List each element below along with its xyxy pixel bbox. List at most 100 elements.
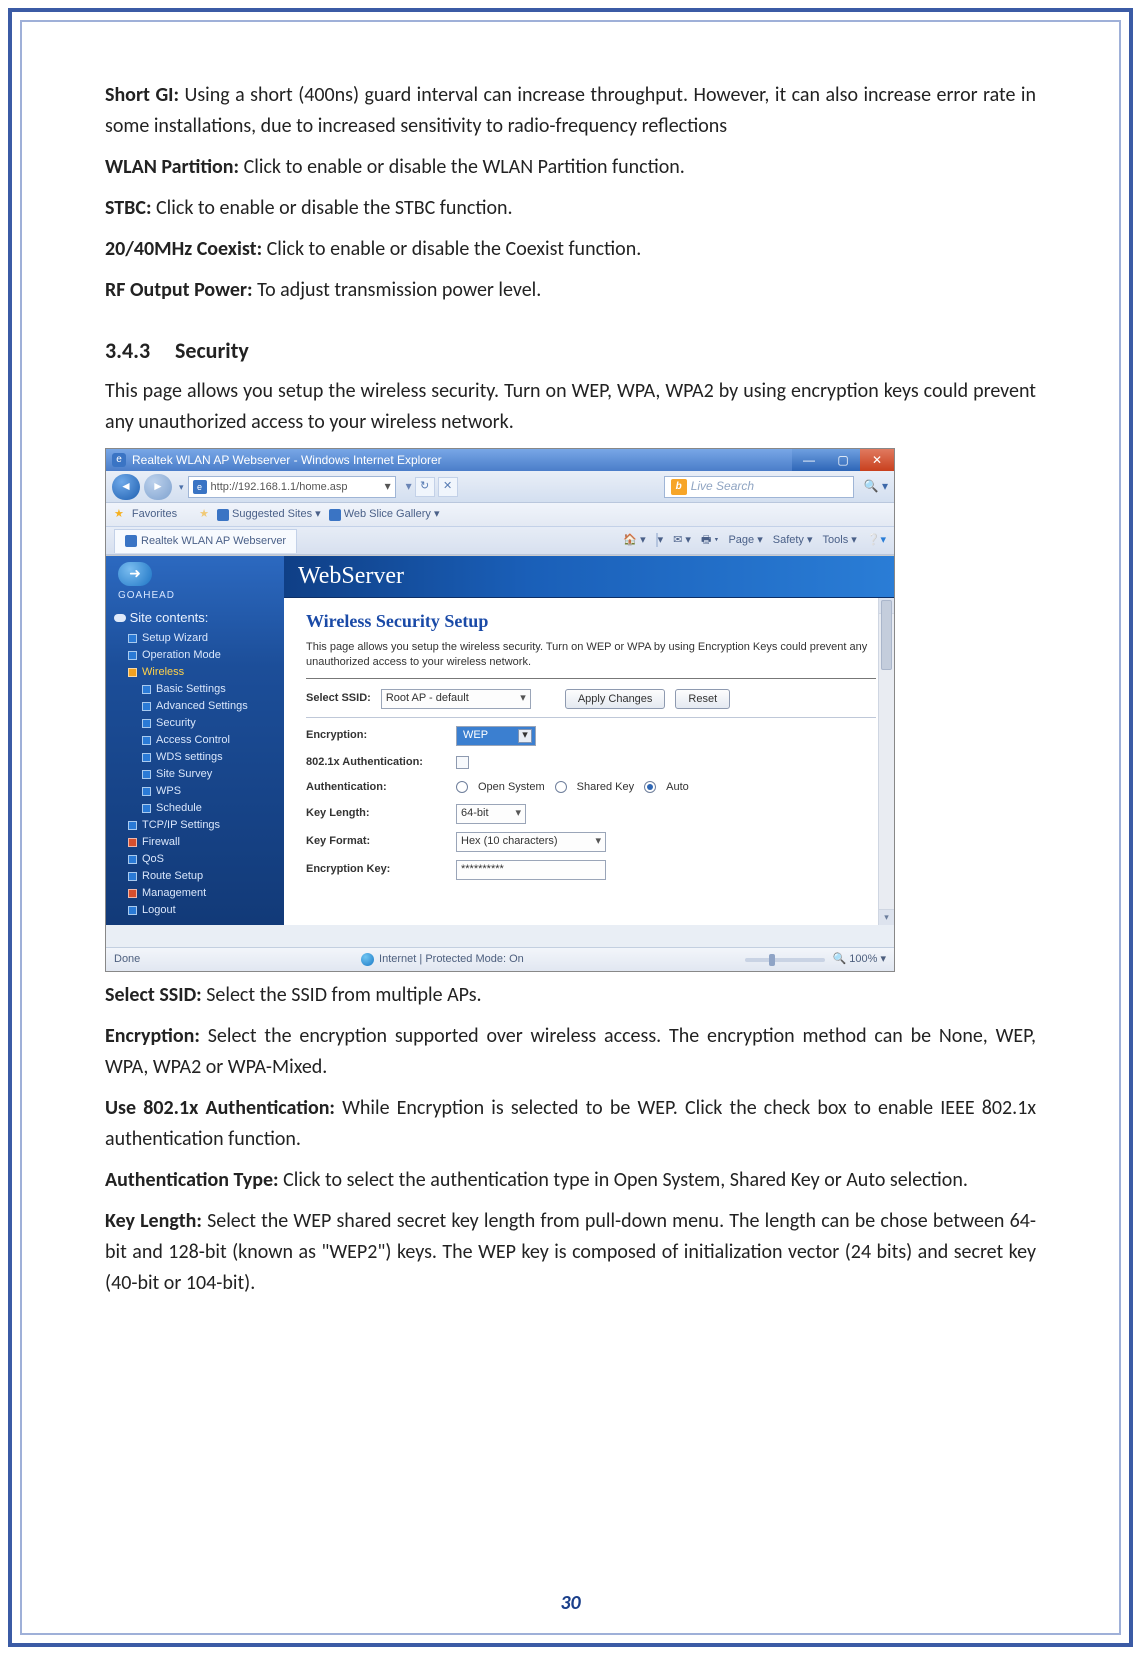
favorites-star-icon[interactable]: ★ [114,506,124,523]
8021x-checkbox[interactable] [456,756,469,769]
auth-radio-open[interactable] [456,781,468,793]
main-panel: WebServer Wireless Security Setup This p… [284,556,894,925]
page-number: 30 [0,1591,1141,1615]
sidebar-item-label: WPS [156,784,181,799]
sidebar-item-wireless[interactable]: Wireless [106,664,284,681]
sidebar-item-advanced-settings[interactable]: Advanced Settings [106,698,284,715]
folder-icon [128,872,137,881]
stop-button[interactable]: ✕ [438,477,458,497]
tools-menu[interactable]: Tools ▾ [823,532,857,549]
forward-button[interactable]: ► [144,474,172,500]
para-coexist: 20/40MHz Coexist: Click to enable or dis… [105,234,1036,265]
close-button[interactable]: ✕ [860,449,894,471]
auth-radio-auto[interactable] [644,781,656,793]
safety-menu[interactable]: Safety ▾ [773,532,813,549]
zoom-level[interactable]: 🔍 100% ▾ [833,951,886,968]
key-format-select[interactable]: Hex (10 characters)▾ [456,832,606,852]
folder-icon [142,804,151,813]
sidebar-item-schedule[interactable]: Schedule [106,800,284,817]
sidebar-item-route-setup[interactable]: Route Setup [106,868,284,885]
sidebar-item-qos[interactable]: QoS [106,851,284,868]
sidebar-item-wds-settings[interactable]: WDS settings [106,749,284,766]
read-mail-icon[interactable]: ✉ ▾ [673,532,691,549]
apply-changes-button[interactable]: Apply Changes [565,689,666,709]
folder-icon [142,770,151,779]
webserver-banner: WebServer [284,556,894,598]
back-button[interactable]: ◄ [112,474,140,500]
address-bar[interactable]: e ▾ [188,476,396,498]
sidebar-item-wps[interactable]: WPS [106,783,284,800]
page-menu[interactable]: Page ▾ [728,532,762,549]
window-title: Realtek WLAN AP Webserver - Windows Inte… [132,451,442,470]
sidebar-item-label: QoS [142,852,164,867]
label-short-gi: Short GI: [105,83,179,107]
sidebar-item-setup-wizard[interactable]: Setup Wizard [106,630,284,647]
refresh-button[interactable]: ↻ [415,477,435,497]
sidebar-item-label: Logout [142,903,176,918]
fav-link-webslice[interactable]: Web Slice Gallery ▾ [329,506,440,523]
sidebar-item-logout[interactable]: Logout [106,902,284,919]
encryption-select[interactable]: WEP▾ [456,726,536,746]
maximize-button[interactable]: ▢ [826,449,860,471]
compat-view-icon[interactable]: ▾ [406,477,412,496]
key-length-select[interactable]: 64-bit▾ [456,804,526,824]
folder-icon [128,634,137,643]
tab-label: Realtek WLAN AP Webserver [141,533,286,550]
folder-icon [128,906,137,915]
folder-icon [142,685,151,694]
para-encryption: Encryption: Select the encryption suppor… [105,1021,1036,1083]
sidebar-item-firewall[interactable]: Firewall [106,834,284,851]
sidebar-item-basic-settings[interactable]: Basic Settings [106,681,284,698]
fav-link-suggested[interactable]: Suggested Sites ▾ [217,506,321,523]
ie-status-bar: Done Internet | Protected Mode: On 🔍 100… [106,947,894,971]
para-rf-power: RF Output Power: To adjust transmission … [105,275,1036,306]
tab-icon [125,535,137,547]
auth-option-open: Open System [478,779,545,796]
ie-title-bar: e Realtek WLAN AP Webserver - Windows In… [106,449,894,471]
help-icon[interactable]: ❔▾ [867,532,886,549]
status-left: Done [114,951,140,968]
home-icon[interactable]: 🏠 ▾ [623,532,645,549]
folder-icon [142,736,151,745]
vertical-scrollbar[interactable]: ▴ ▾ [878,598,894,925]
scroll-thumb[interactable] [881,600,892,670]
address-dropdown-icon[interactable]: ▾ [385,477,391,496]
reset-button[interactable]: Reset [675,689,730,709]
para-wlan-partition: WLAN Partition: Click to enable or disab… [105,152,1036,183]
sidebar-item-access-control[interactable]: Access Control [106,732,284,749]
folder-icon [128,838,137,847]
sidebar-item-site-survey[interactable]: Site Survey [106,766,284,783]
sidebar-item-label: Advanced Settings [156,699,248,714]
print-icon[interactable]: 🖶 ▾ [701,532,719,549]
section-intro: This page allows you setup the wireless … [105,376,1036,438]
sidebar-item-operation-mode[interactable]: Operation Mode [106,647,284,664]
page-icon: e [193,480,207,494]
zoom-slider[interactable] [745,958,825,962]
sidebar-item-label: Wireless [142,665,184,680]
sidebar-item-management[interactable]: Management [106,885,284,902]
folder-icon [142,702,151,711]
browser-tab[interactable]: Realtek WLAN AP Webserver [114,529,297,553]
encryption-key-input[interactable]: ********** [456,860,606,880]
sidebar-item-label: Security [156,716,196,731]
add-fav-icon[interactable]: ★ [199,506,209,523]
feeds-icon[interactable]: ▾ [656,532,664,549]
ie-nav-bar: ◄ ► e ▾ ▾ ↻ ✕ b Live Search 🔍 ▾ [106,471,894,503]
search-box[interactable]: b Live Search [664,476,854,498]
scroll-down-icon[interactable]: ▾ [879,909,894,925]
key-format-label: Key Format: [306,833,446,850]
sidebar-item-tcp-ip-settings[interactable]: TCP/IP Settings [106,817,284,834]
auth-option-auto: Auto [666,779,689,796]
url-input[interactable] [211,481,381,493]
ssid-select[interactable]: Root AP - default▾ [381,689,531,709]
search-icon[interactable]: 🔍 ▾ [864,477,888,496]
sidebar-item-security[interactable]: Security [106,715,284,732]
nav-history-dropdown[interactable] [176,477,184,496]
folder-icon [142,787,151,796]
auth-radio-shared[interactable] [555,781,567,793]
folder-icon [128,668,137,677]
pane-title: Wireless Security Setup [306,608,876,636]
favorites-bar: ★ Favorites ★ Suggested Sites ▾ Web Slic… [106,503,894,527]
minimize-button[interactable]: — [792,449,826,471]
sidebar-item-label: Operation Mode [142,648,221,663]
